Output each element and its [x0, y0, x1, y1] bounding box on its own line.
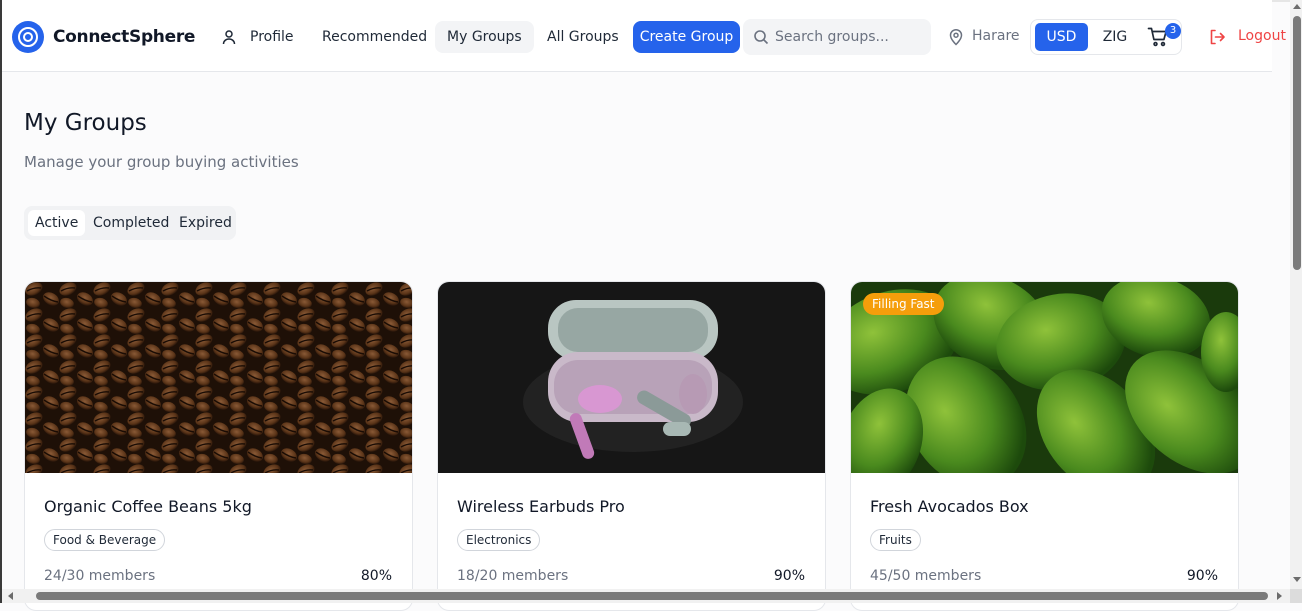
group-card[interactable]: Organic Coffee Beans 5kg Food & Beverage… — [24, 281, 413, 611]
group-card[interactable]: Filling Fast Fresh Avocados Box Fruits 4… — [850, 281, 1239, 611]
scroll-up-arrow-icon[interactable] — [1293, 4, 1301, 9]
scroll-down-arrow-icon[interactable] — [1293, 577, 1301, 582]
top-navbar: ConnectSphere Profile Recommended My Gro… — [2, 0, 1286, 72]
location-label: Harare — [972, 28, 1020, 44]
nav-recommended[interactable]: Recommended — [310, 21, 439, 53]
horizontal-scrollbar[interactable] — [2, 589, 1290, 603]
category-tag: Food & Beverage — [44, 529, 166, 551]
category-tag: Electronics — [457, 529, 541, 551]
earbuds-image — [438, 282, 825, 473]
member-count: 18/20 members — [457, 568, 569, 584]
logout-icon — [1210, 29, 1225, 45]
search-input[interactable] — [775, 19, 925, 55]
create-group-button[interactable]: Create Group — [633, 21, 740, 53]
cart-count-badge: 3 — [1165, 23, 1181, 39]
page-title: My Groups — [24, 110, 147, 136]
nav-all-groups[interactable]: All Groups — [535, 21, 631, 53]
filling-fast-badge: Filling Fast — [863, 293, 944, 315]
card-title: Organic Coffee Beans 5kg — [44, 497, 252, 516]
category-tag: Fruits — [870, 529, 921, 551]
progress-percent: 90% — [1186, 568, 1218, 584]
horizontal-scroll-thumb[interactable] — [36, 592, 1268, 600]
user-icon — [222, 30, 236, 45]
map-pin-icon — [949, 29, 963, 46]
nav-profile-label: Profile — [250, 29, 294, 45]
tab-active[interactable]: Active — [28, 210, 86, 236]
tab-completed[interactable]: Completed — [86, 210, 176, 236]
brand-name[interactable]: ConnectSphere — [53, 27, 195, 47]
member-count: 24/30 members — [44, 568, 156, 584]
member-count: 45/50 members — [870, 568, 982, 584]
currency-zig-button[interactable]: ZIG — [1093, 23, 1137, 51]
vertical-scrollbar[interactable] — [1290, 0, 1302, 589]
progress-percent: 80% — [360, 568, 392, 584]
vertical-scroll-thumb[interactable] — [1293, 16, 1301, 270]
progress-percent: 90% — [773, 568, 805, 584]
currency-usd-button[interactable]: USD — [1035, 23, 1088, 51]
logo-icon[interactable] — [12, 21, 44, 53]
scroll-right-arrow-icon[interactable] — [1277, 592, 1282, 600]
search-box — [743, 19, 931, 55]
page-subtitle: Manage your group buying activities — [24, 153, 299, 171]
currency-toggle: USD ZIG 3 — [1030, 19, 1182, 55]
search-icon — [754, 30, 769, 45]
logout-button[interactable]: Logout — [1208, 28, 1286, 45]
location-selector[interactable]: Harare — [948, 28, 1020, 46]
status-tabs: Active Completed Expired — [24, 206, 236, 240]
scroll-left-arrow-icon[interactable] — [8, 592, 13, 600]
card-title: Wireless Earbuds Pro — [457, 497, 625, 516]
nav-my-groups[interactable]: My Groups — [435, 21, 534, 53]
nav-profile[interactable]: Profile — [210, 21, 306, 53]
scrollbar-corner — [1290, 589, 1302, 603]
coffee-beans-image — [25, 282, 412, 473]
group-card[interactable]: Wireless Earbuds Pro Electronics 18/20 m… — [437, 281, 826, 611]
tab-expired[interactable]: Expired — [172, 210, 239, 236]
logout-label: Logout — [1238, 28, 1286, 44]
card-title: Fresh Avocados Box — [870, 497, 1029, 516]
